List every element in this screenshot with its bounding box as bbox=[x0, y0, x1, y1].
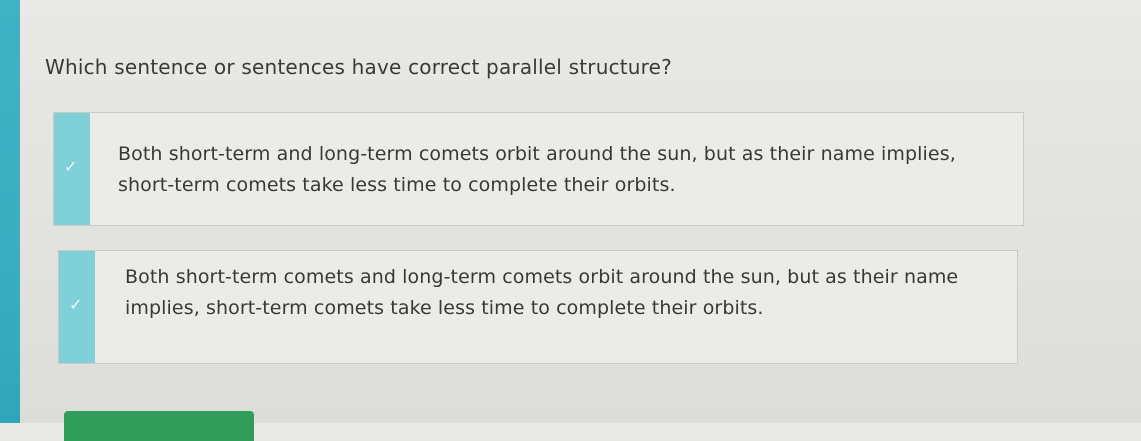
answer-option-2[interactable]: ✓ Both short-term comets and long-term c… bbox=[58, 250, 1018, 364]
checkmark-icon: ✓ bbox=[64, 157, 78, 176]
submit-button[interactable] bbox=[64, 411, 254, 441]
left-edge-accent bbox=[0, 0, 20, 423]
selected-indicator: ✓ bbox=[59, 251, 95, 363]
selected-indicator: ✓ bbox=[54, 113, 90, 225]
answer-option-1[interactable]: ✓ Both short-term and long-term comets o… bbox=[53, 112, 1024, 226]
question-prompt: Which sentence or sentences have correct… bbox=[45, 55, 672, 79]
answer-option-text: Both short-term comets and long-term com… bbox=[125, 266, 959, 319]
answer-option-text: Both short-term and long-term comets orb… bbox=[118, 143, 956, 196]
checkmark-icon: ✓ bbox=[69, 295, 83, 314]
